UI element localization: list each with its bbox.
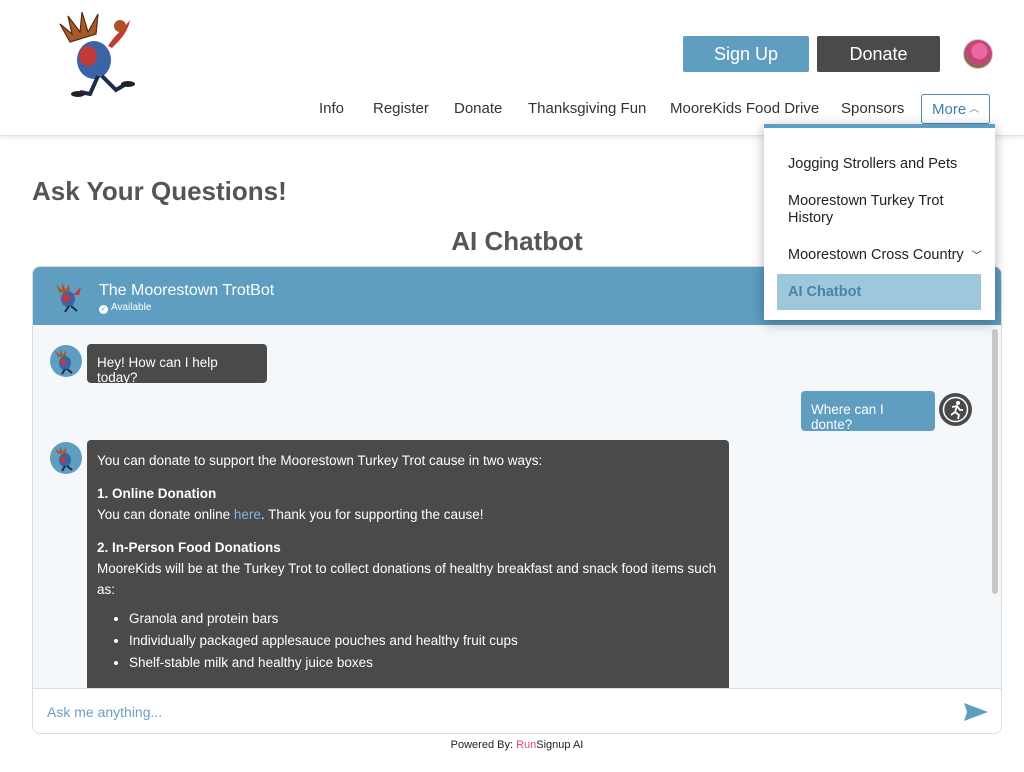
option2-text: MooreKids will be at the Turkey Trot to … (97, 561, 717, 597)
option1-text-end: . Thank you for supporting the cause! (260, 507, 484, 522)
donation-items-list: Granola and protein bars Individually pa… (129, 608, 719, 674)
chevron-down-icon: ﹀ (971, 251, 982, 262)
option1-title: 1. Online Donation (97, 486, 217, 501)
bot-status: ✓ Available (99, 302, 151, 314)
option2-title: 2. In-Person Food Donations (97, 540, 281, 555)
bot-avatar (50, 345, 82, 377)
dropdown-item-label: History (788, 210, 834, 226)
turkey-icon (55, 349, 73, 375)
nav-item-register[interactable]: Register (373, 100, 429, 117)
chat-input-bar (33, 688, 1001, 733)
dropdown-item-label: Moorestown Turkey Trot (788, 193, 944, 209)
answer-intro: You can donate to support the Moorestown… (97, 453, 543, 468)
donate-button[interactable]: Donate (817, 36, 940, 72)
dropdown-item-turkey-trot-history[interactable]: Moorestown Turkey Trot History (788, 193, 944, 227)
list-item: Granola and protein bars (129, 608, 719, 630)
powered-brand-rest[interactable]: Signup AI (536, 739, 583, 751)
nav-item-thanksgiving-fun[interactable]: Thanksgiving Fun (528, 100, 646, 117)
site-header: Sign Up Donate Info Register Donate Than… (0, 0, 1024, 136)
turkey-runner-logo[interactable] (50, 6, 150, 102)
dropdown-item-ai-chatbot[interactable]: AI Chatbot (777, 274, 981, 310)
option1-text: You can donate online (97, 507, 234, 522)
dropdown-item-label: AI Chatbot (788, 284, 862, 300)
more-menu-button[interactable]: More ︿ (921, 94, 990, 124)
dropdown-item-jogging-strollers[interactable]: Jogging Strollers and Pets (788, 156, 957, 173)
nav-item-sponsors[interactable]: Sponsors (841, 100, 904, 117)
powered-by-footer: Powered By: RunSignup AI (0, 739, 1024, 751)
status-text: Available (111, 302, 152, 313)
nav-item-moorekids-food-drive[interactable]: MooreKids Food Drive (670, 100, 819, 117)
user-avatar[interactable] (963, 39, 993, 69)
dropdown-item-cross-country[interactable]: Moorestown Cross Country ﹀ (788, 247, 982, 265)
bot-name: The Moorestown TrotBot (99, 282, 275, 299)
donate-online-link[interactable]: here (234, 507, 261, 522)
page-title: Ask Your Questions! (32, 176, 287, 206)
sign-up-button[interactable]: Sign Up (683, 36, 809, 72)
bot-avatar (50, 442, 82, 474)
more-dropdown: Jogging Strollers and Pets Moorestown Tu… (764, 124, 995, 320)
nav-item-donate[interactable]: Donate (454, 100, 502, 117)
nav-item-info[interactable]: Info (319, 100, 344, 117)
chat-widget: The Moorestown TrotBot ✓ Available Hey! H… (32, 266, 1002, 734)
message-list[interactable]: Hey! How can I help today? Where can I d… (33, 325, 1001, 700)
bot-message-donation-info: You can donate to support the Moorestown… (87, 440, 729, 700)
runner-icon (942, 396, 969, 423)
chat-input[interactable] (47, 701, 927, 723)
list-item: Individually packaged applesauce pouches… (129, 630, 719, 652)
chat-scrollbar[interactable] (992, 329, 998, 594)
chevron-up-icon: ︿ (969, 104, 980, 115)
more-label: More (932, 101, 967, 118)
send-icon[interactable] (963, 702, 989, 722)
user-message: Where can I donte? (801, 391, 935, 432)
bot-message: Hey! How can I help today? (87, 344, 267, 385)
trotbot-logo-icon (56, 283, 81, 313)
dropdown-item-label: Moorestown Cross Country (788, 247, 964, 263)
powered-prefix: Powered By: (450, 739, 517, 751)
main-nav: Info Register Donate Thanksgiving Fun Mo… (0, 94, 1024, 122)
turkey-icon (55, 446, 73, 472)
powered-brand-run[interactable]: Run (516, 739, 536, 751)
check-circle-icon: ✓ (99, 305, 108, 314)
list-item: Shelf-stable milk and healthy juice boxe… (129, 652, 719, 674)
user-avatar-chat (939, 393, 972, 426)
